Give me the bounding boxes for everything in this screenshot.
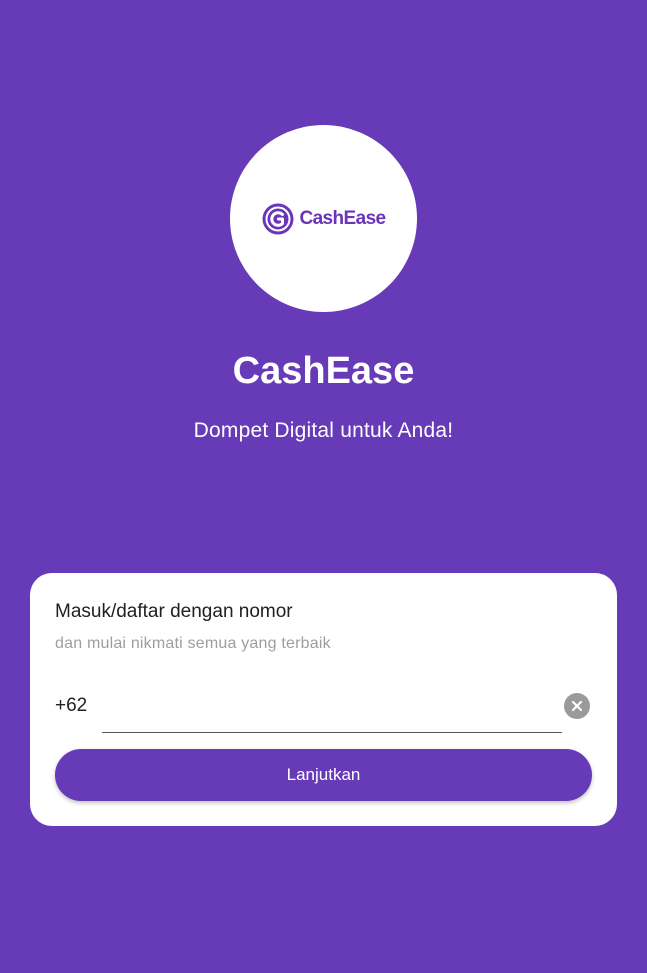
country-code-label: +62: [55, 695, 88, 716]
logo-mark: CashEase: [261, 202, 386, 236]
phone-number-input[interactable]: [102, 689, 562, 733]
app-logo: CashEase: [230, 125, 417, 312]
app-tagline: Dompet Digital untuk Anda!: [193, 419, 454, 442]
login-card: Masuk/daftar dengan nomor dan mulai nikm…: [30, 573, 617, 826]
clear-input-button[interactable]: [564, 693, 590, 719]
login-heading: Masuk/daftar dengan nomor: [55, 601, 293, 622]
login-subheading: dan mulai nikmati semua yang terbaik: [55, 635, 331, 652]
app-title: CashEase: [232, 350, 415, 392]
cashease-coin-logo-icon: [262, 203, 294, 234]
continue-button[interactable]: Lanjutkan: [55, 749, 592, 801]
logo-wordmark: CashEase: [299, 207, 386, 229]
clear-circle-icon: [571, 700, 583, 712]
